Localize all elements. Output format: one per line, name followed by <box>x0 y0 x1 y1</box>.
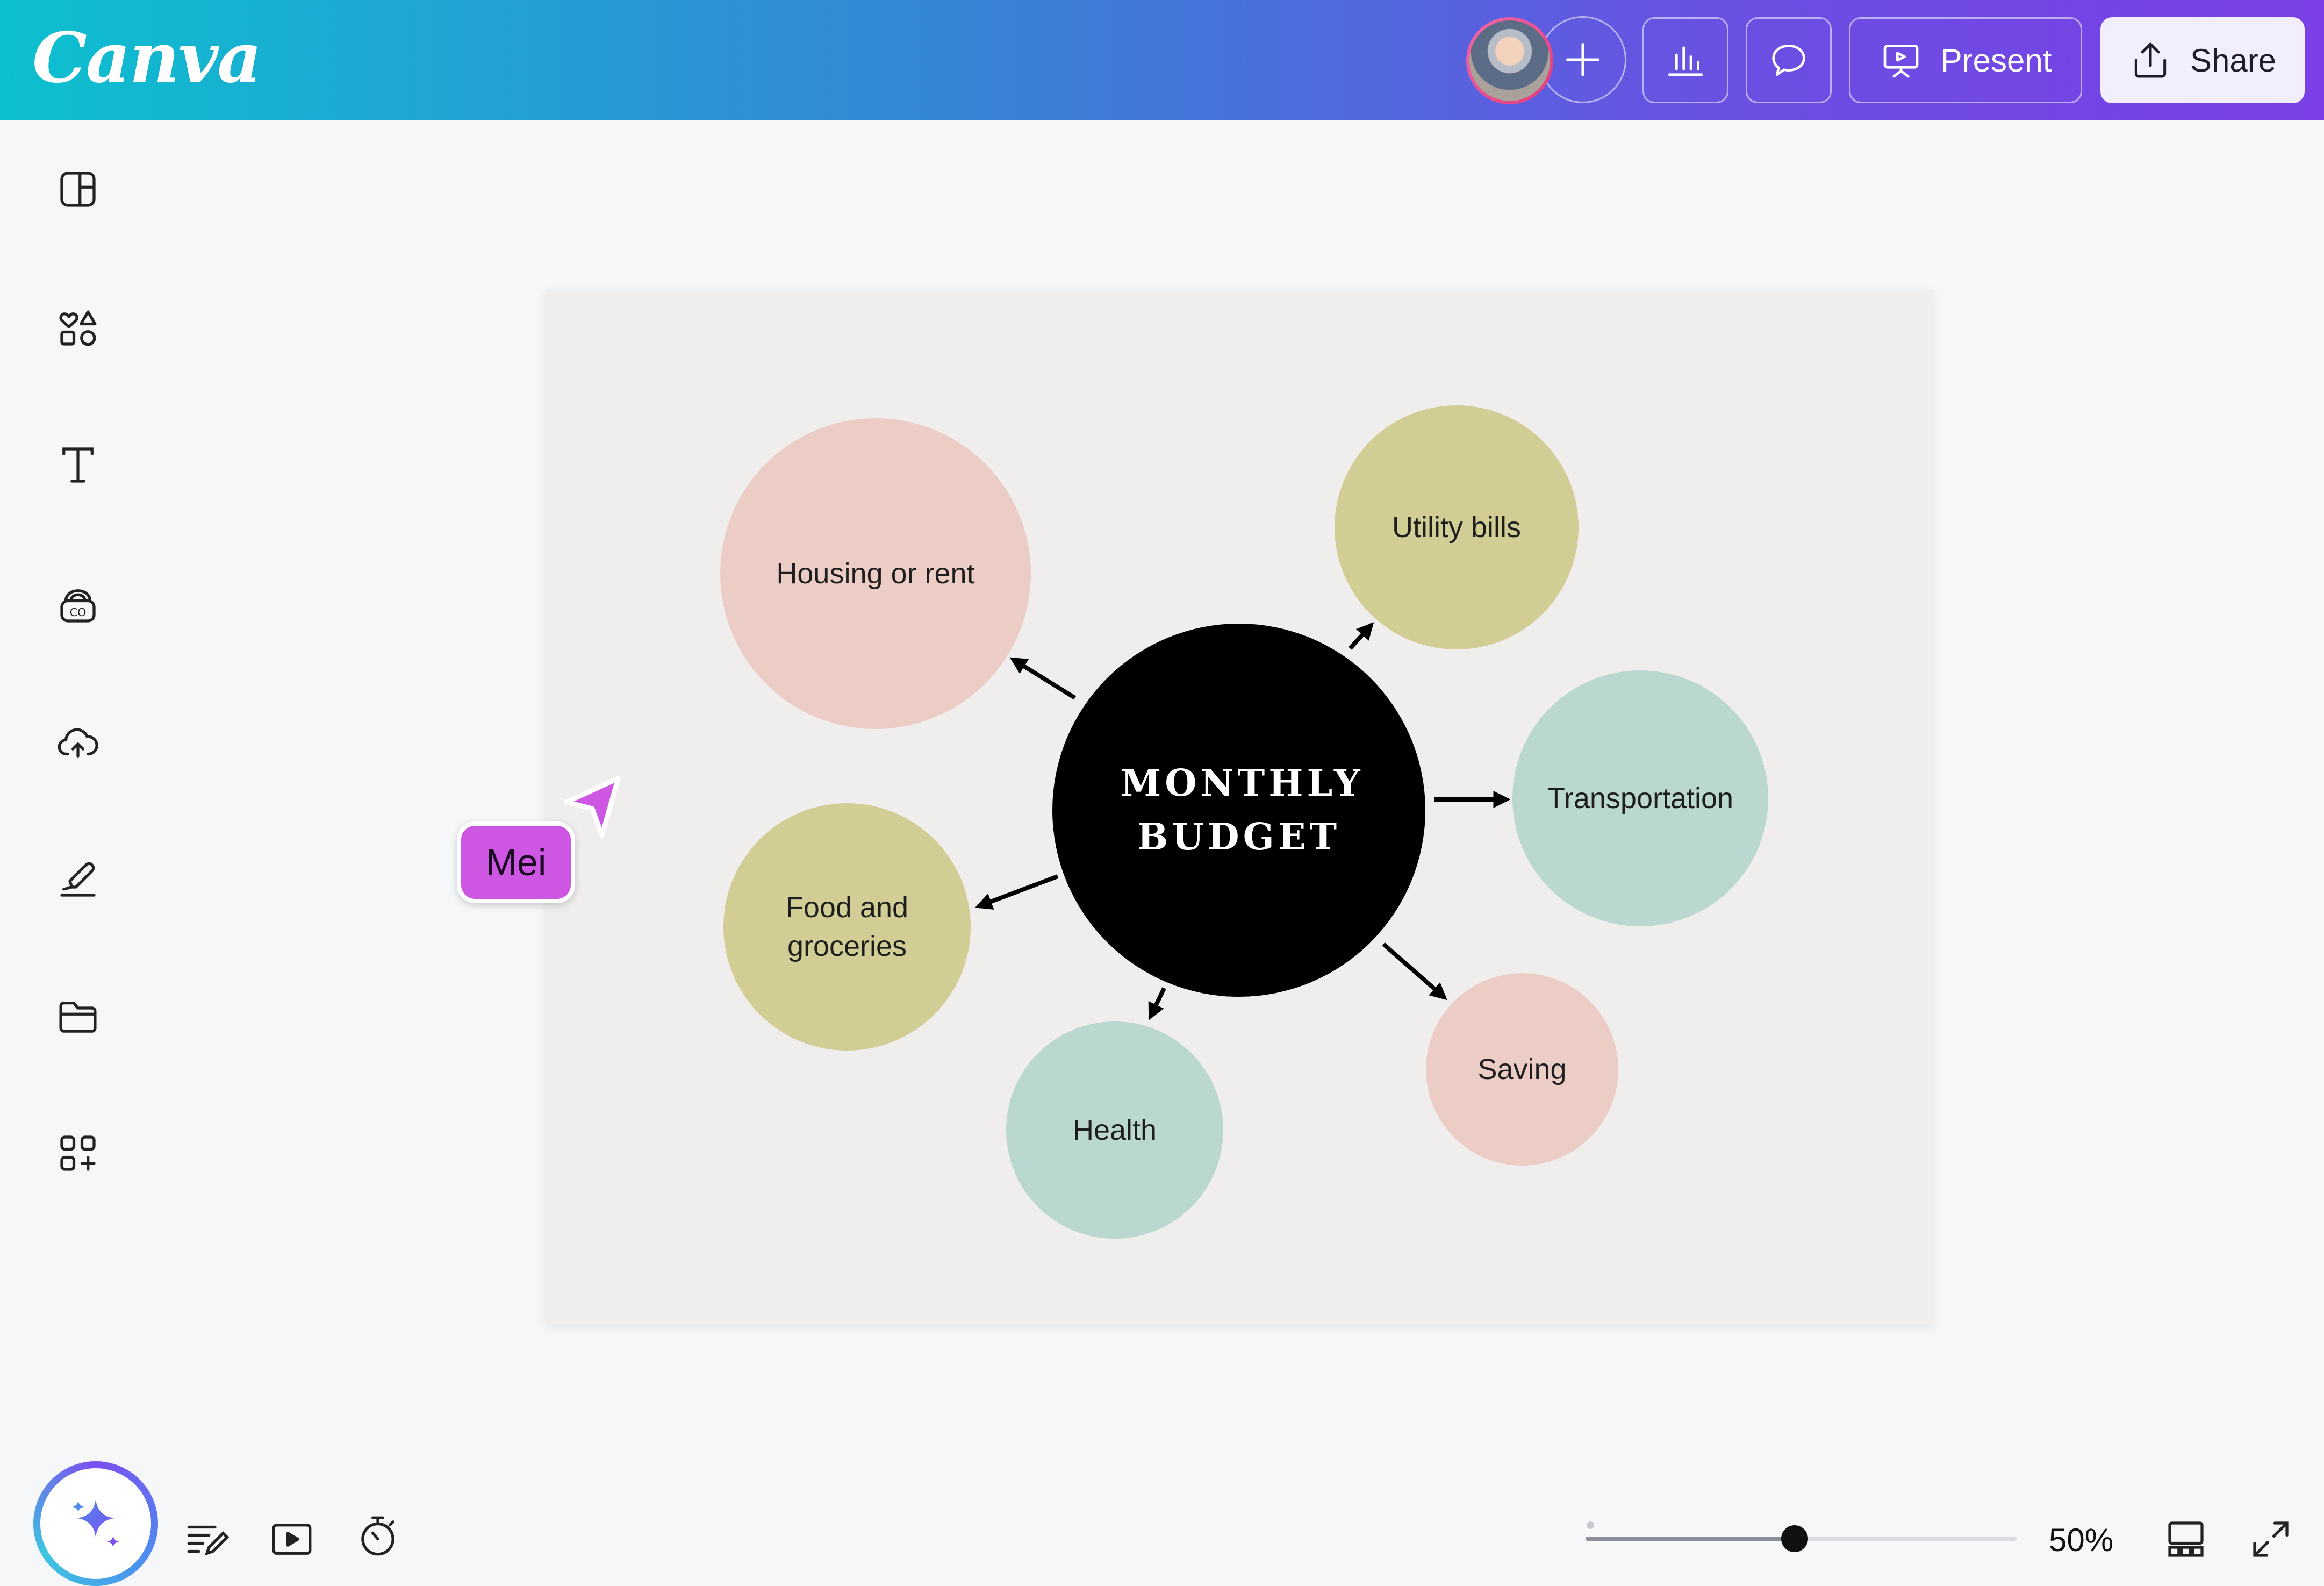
center-title-line2: BUDGET <box>1137 816 1341 859</box>
play-icon[interactable] <box>268 1515 316 1563</box>
node-housing-text: Housing or rent <box>776 554 974 593</box>
collaborator-name-tag: Mei <box>457 821 575 903</box>
fullscreen-icon[interactable] <box>2247 1515 2295 1563</box>
center-title-line1: MONTHLY <box>1121 762 1364 805</box>
zoom-slider-handle[interactable] <box>1781 1525 1808 1552</box>
node-saving-text: Saving <box>1477 1050 1566 1089</box>
node-utility-bills[interactable]: Utility bills <box>1335 405 1579 649</box>
node-food-groceries[interactable]: Food and groceries <box>723 803 971 1051</box>
notes-icon[interactable] <box>183 1515 231 1563</box>
grid-view-icon[interactable] <box>2162 1515 2210 1563</box>
zoom-min-marker <box>1587 1521 1594 1529</box>
arrow-to-housing <box>1009 657 1077 700</box>
center-title: MONTHLY BUDGET <box>1121 756 1360 864</box>
node-transportation[interactable]: Transportation <box>1512 670 1768 926</box>
sparkle-icon <box>72 1499 119 1548</box>
node-label: Health <box>1072 1114 1157 1146</box>
arrow-to-saving <box>1382 942 1447 1001</box>
node-saving[interactable]: Saving <box>1426 973 1618 1166</box>
magic-assistant-button[interactable] <box>33 1461 158 1586</box>
avatar-photo <box>1469 20 1550 101</box>
node-transportation-text: Transportation <box>1547 779 1733 818</box>
node-label: Transportation <box>1547 782 1734 815</box>
avatar[interactable] <box>1466 17 1553 104</box>
node-food-text: Food and groceries <box>786 888 908 966</box>
arrow-to-health <box>1148 987 1166 1020</box>
node-health[interactable]: Health <box>1006 1021 1223 1239</box>
zoom-slider-fill <box>1586 1537 1795 1541</box>
node-label: Food and <box>785 891 909 924</box>
node-health-text: Health <box>1073 1111 1157 1149</box>
arrow-to-utility <box>1349 622 1374 650</box>
node-label-2: groceries <box>787 930 907 962</box>
arrow-to-food <box>975 874 1059 910</box>
node-label: Housing or rent <box>776 558 975 590</box>
timer-icon[interactable] <box>354 1512 402 1560</box>
center-node-monthly-budget[interactable]: MONTHLY BUDGET <box>1052 624 1425 997</box>
zoom-percentage[interactable]: 50% <box>2049 1521 2113 1559</box>
node-housing[interactable]: Housing or rent <box>720 418 1031 729</box>
node-label: Utility bills <box>1391 511 1522 544</box>
node-label: Saving <box>1477 1053 1567 1085</box>
node-utility-text: Utility bills <box>1392 508 1521 547</box>
